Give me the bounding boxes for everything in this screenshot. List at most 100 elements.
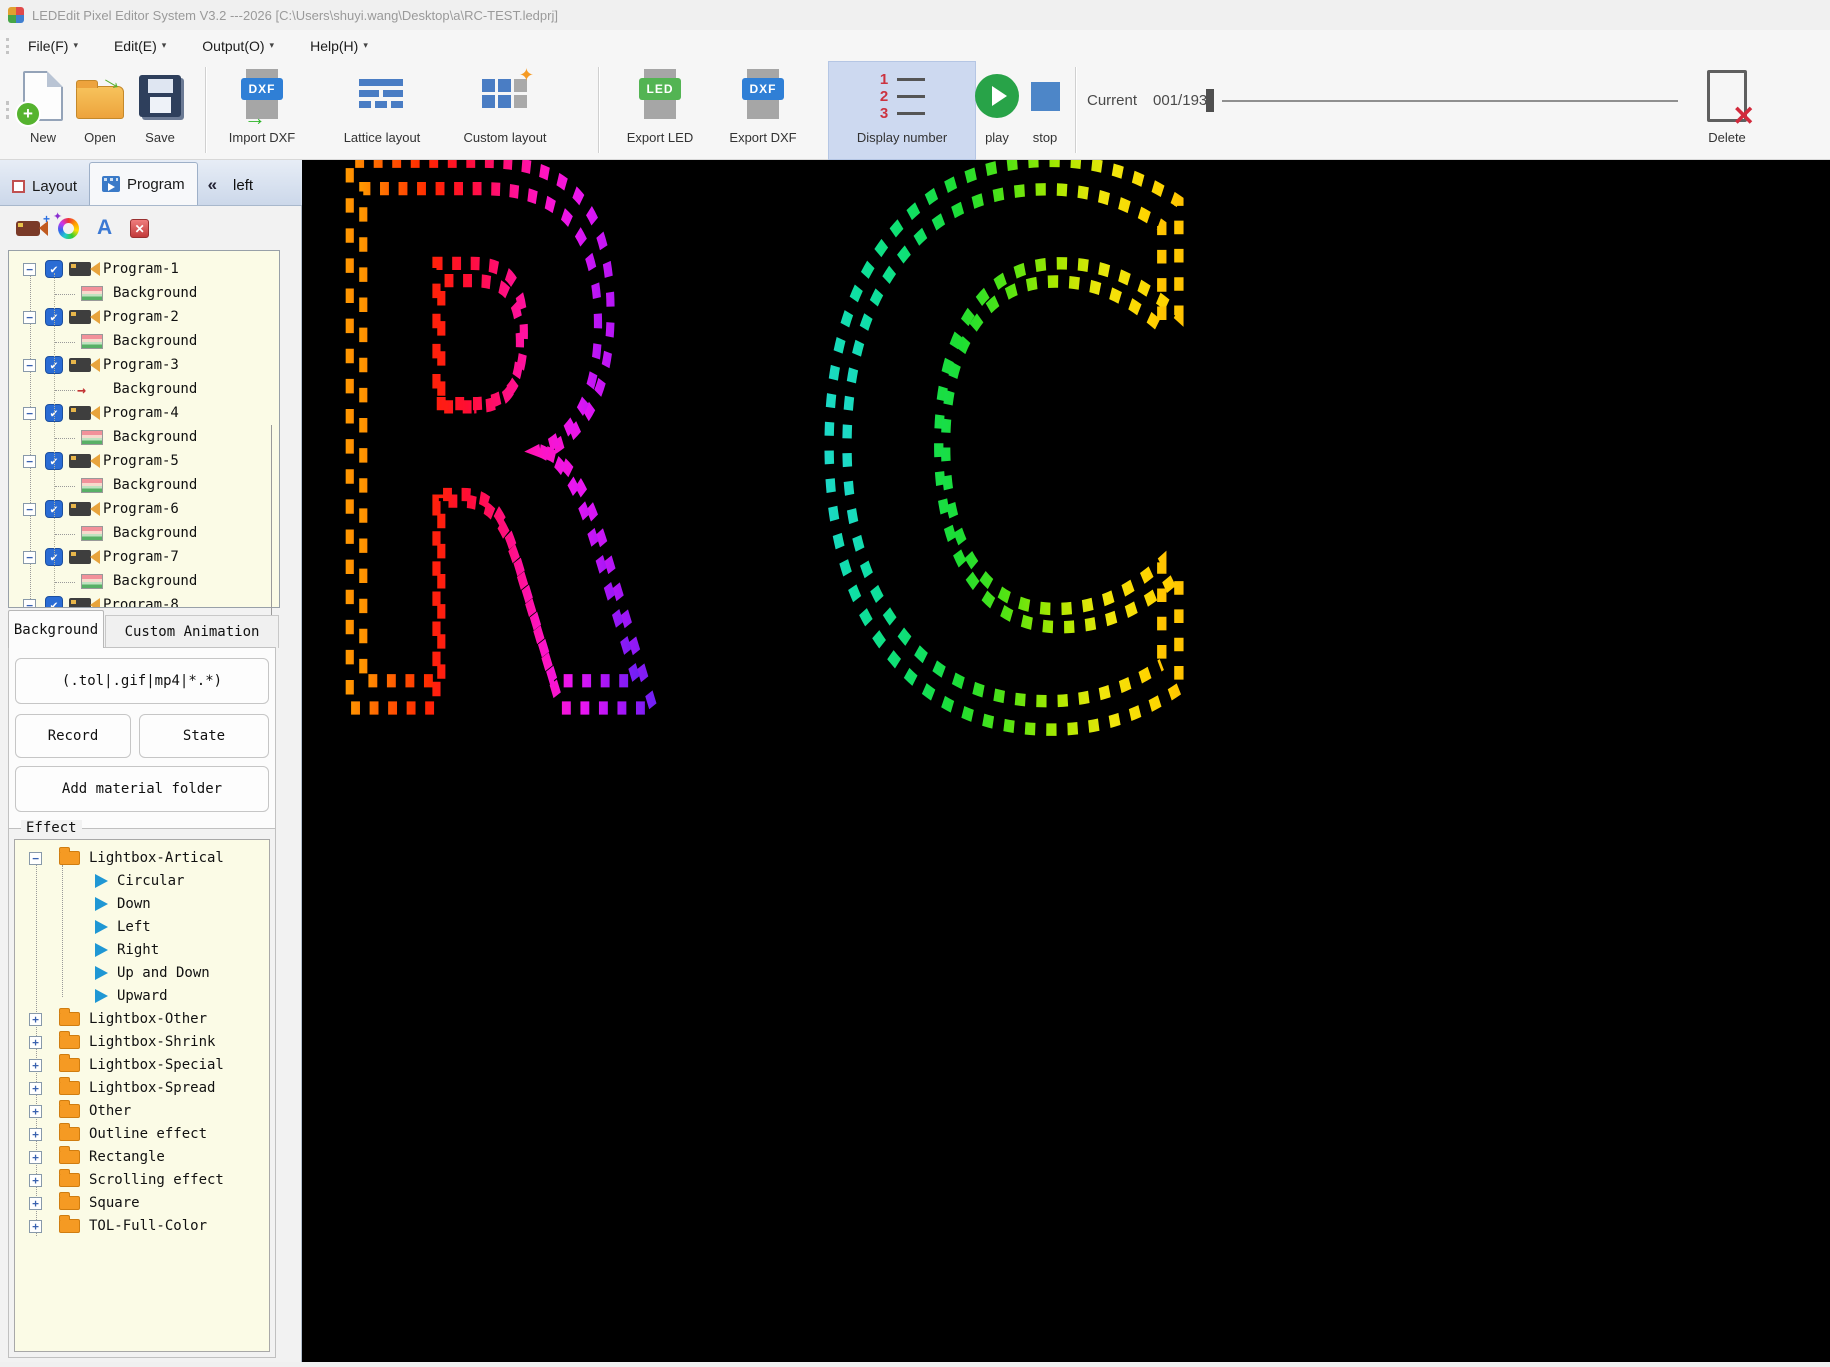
effect-item[interactable]: Down (15, 894, 269, 916)
effect-folder-item[interactable]: +Lightbox-Special (15, 1055, 269, 1077)
checkbox-checked-icon[interactable]: ✔ (45, 548, 63, 566)
program-tree-item[interactable]: −✔Program-2 (9, 307, 279, 329)
export-led-button[interactable]: LED Export LED (612, 64, 708, 145)
collapse-box-icon[interactable]: − (23, 599, 36, 608)
frame-slider-handle[interactable] (1206, 89, 1214, 112)
toolbar-grip (6, 101, 12, 119)
state-button[interactable]: State (139, 714, 269, 758)
expand-box-icon[interactable]: + (29, 1151, 42, 1164)
effect-item[interactable]: Left (15, 917, 269, 939)
background-tree-item[interactable]: →Background (9, 379, 279, 401)
checkbox-checked-icon[interactable]: ✔ (45, 260, 63, 278)
add-material-folder-button[interactable]: Add material folder (15, 766, 269, 812)
collapse-panel-button[interactable]: « (208, 176, 217, 193)
expand-box-icon[interactable]: + (29, 1174, 42, 1187)
expand-box-icon[interactable]: + (29, 1013, 42, 1026)
effect-folder-item[interactable]: −Lightbox-Artical (15, 848, 269, 870)
expand-box-icon[interactable]: + (29, 1128, 42, 1141)
checkbox-checked-icon[interactable]: ✔ (45, 404, 63, 422)
file-filter-button[interactable]: (.tol|.gif|mp4|*.*) (15, 658, 269, 704)
effect-folder-item[interactable]: +Lightbox-Shrink (15, 1032, 269, 1054)
effect-folder-item[interactable]: +Rectangle (15, 1147, 269, 1169)
effect-folder-item[interactable]: +Square (15, 1193, 269, 1215)
effect-item[interactable]: Upward (15, 986, 269, 1008)
color-ring-icon[interactable] (58, 218, 79, 239)
checkbox-checked-icon[interactable]: ✔ (45, 452, 63, 470)
collapse-box-icon[interactable]: − (23, 503, 36, 516)
program-tree-item[interactable]: −✔Program-4 (9, 403, 279, 425)
save-button[interactable]: Save (132, 64, 188, 145)
effect-item[interactable]: Right (15, 940, 269, 962)
image-thumbnail-icon (81, 430, 103, 445)
delete-button[interactable]: Delete (1692, 64, 1762, 145)
checkbox-checked-icon[interactable]: ✔ (45, 308, 63, 326)
background-tree-item[interactable]: Background (9, 283, 279, 305)
play-button[interactable]: play (971, 64, 1023, 145)
program-tree-item[interactable]: −✔Program-7 (9, 547, 279, 569)
background-tree-item[interactable]: Background (9, 475, 279, 497)
collapse-box-icon[interactable]: − (29, 852, 42, 865)
effect-folder-item[interactable]: +Outline effect (15, 1124, 269, 1146)
expand-box-icon[interactable]: + (29, 1082, 42, 1095)
menu-output[interactable]: Output(O) (202, 38, 274, 54)
tab-custom-animation[interactable]: Custom Animation (105, 615, 279, 648)
expand-box-icon[interactable]: + (29, 1059, 42, 1072)
program-tree-item[interactable]: −✔Program-5 (9, 451, 279, 473)
effect-folder-item[interactable]: +TOL-Full-Color (15, 1216, 269, 1238)
expand-box-icon[interactable]: + (29, 1197, 42, 1210)
collapse-box-icon[interactable]: − (23, 407, 36, 420)
menubar-grip (6, 38, 12, 54)
checkbox-checked-icon[interactable]: ✔ (45, 500, 63, 518)
program-tree-item[interactable]: −✔Program-1 (9, 259, 279, 281)
new-button[interactable]: New (15, 64, 71, 145)
program-tree-item[interactable]: −✔Program-3 (9, 355, 279, 377)
open-button[interactable]: Open (72, 64, 128, 145)
frame-slider-track[interactable] (1222, 100, 1678, 102)
play-triangle-icon (95, 989, 108, 1003)
expand-box-icon[interactable]: + (29, 1220, 42, 1233)
tab-layout[interactable]: Layout (0, 167, 89, 205)
collapse-box-icon[interactable]: − (23, 455, 36, 468)
effect-folder-item[interactable]: +Lightbox-Other (15, 1009, 269, 1031)
scrollbar-groove[interactable] (271, 425, 272, 640)
background-tree-item[interactable]: Background (9, 427, 279, 449)
collapse-box-icon[interactable]: − (23, 359, 36, 372)
menu-bar: File(F) Edit(E) Output(O) Help(H) (0, 30, 1830, 61)
collapse-box-icon[interactable]: − (23, 311, 36, 324)
tab-program[interactable]: Program (89, 162, 198, 205)
video-camera-icon (69, 550, 91, 564)
expand-box-icon[interactable]: + (29, 1105, 42, 1118)
import-dxf-button[interactable]: DXF → Import DXF (216, 64, 308, 145)
effect-folder-item[interactable]: +Scrolling effect (15, 1170, 269, 1192)
folder-icon (59, 1150, 80, 1164)
effect-folder-item[interactable]: +Lightbox-Spread (15, 1078, 269, 1100)
led-canvas[interactable]: RRCC (302, 160, 1830, 1362)
menu-file[interactable]: File(F) (28, 38, 78, 54)
stop-button[interactable]: stop (1019, 64, 1071, 145)
collapse-box-icon[interactable]: − (23, 263, 36, 276)
display-number-button[interactable]: 1 2 3 Display number (828, 61, 976, 160)
checkbox-checked-icon[interactable]: ✔ (45, 356, 63, 374)
background-tree-item[interactable]: Background (9, 571, 279, 593)
menu-help[interactable]: Help(H) (310, 38, 368, 54)
program-tree-item[interactable]: −✔Program-6 (9, 499, 279, 521)
text-tool-icon[interactable]: A (97, 216, 112, 240)
custom-layout-button[interactable]: Custom layout (445, 64, 565, 145)
record-button[interactable]: Record (15, 714, 131, 758)
program-tree-item[interactable]: −✔Program-8 (9, 595, 279, 608)
export-dxf-button[interactable]: DXF Export DXF (713, 64, 813, 145)
effect-item[interactable]: Circular (15, 871, 269, 893)
effect-item[interactable]: Up and Down (15, 963, 269, 985)
checkbox-checked-icon[interactable]: ✔ (45, 596, 63, 608)
menu-edit[interactable]: Edit(E) (114, 38, 166, 54)
expand-box-icon[interactable]: + (29, 1036, 42, 1049)
effect-folder-item[interactable]: +Other (15, 1101, 269, 1123)
collapse-box-icon[interactable]: − (23, 551, 36, 564)
lattice-layout-button[interactable]: Lattice layout (322, 64, 442, 145)
video-camera-icon (69, 406, 91, 420)
background-tree-item[interactable]: Background (9, 523, 279, 545)
tab-background[interactable]: Background (8, 610, 104, 648)
background-tree-item[interactable]: Background (9, 331, 279, 353)
add-program-icon[interactable]: + (16, 221, 40, 236)
delete-program-icon[interactable]: ✕ (130, 219, 149, 238)
